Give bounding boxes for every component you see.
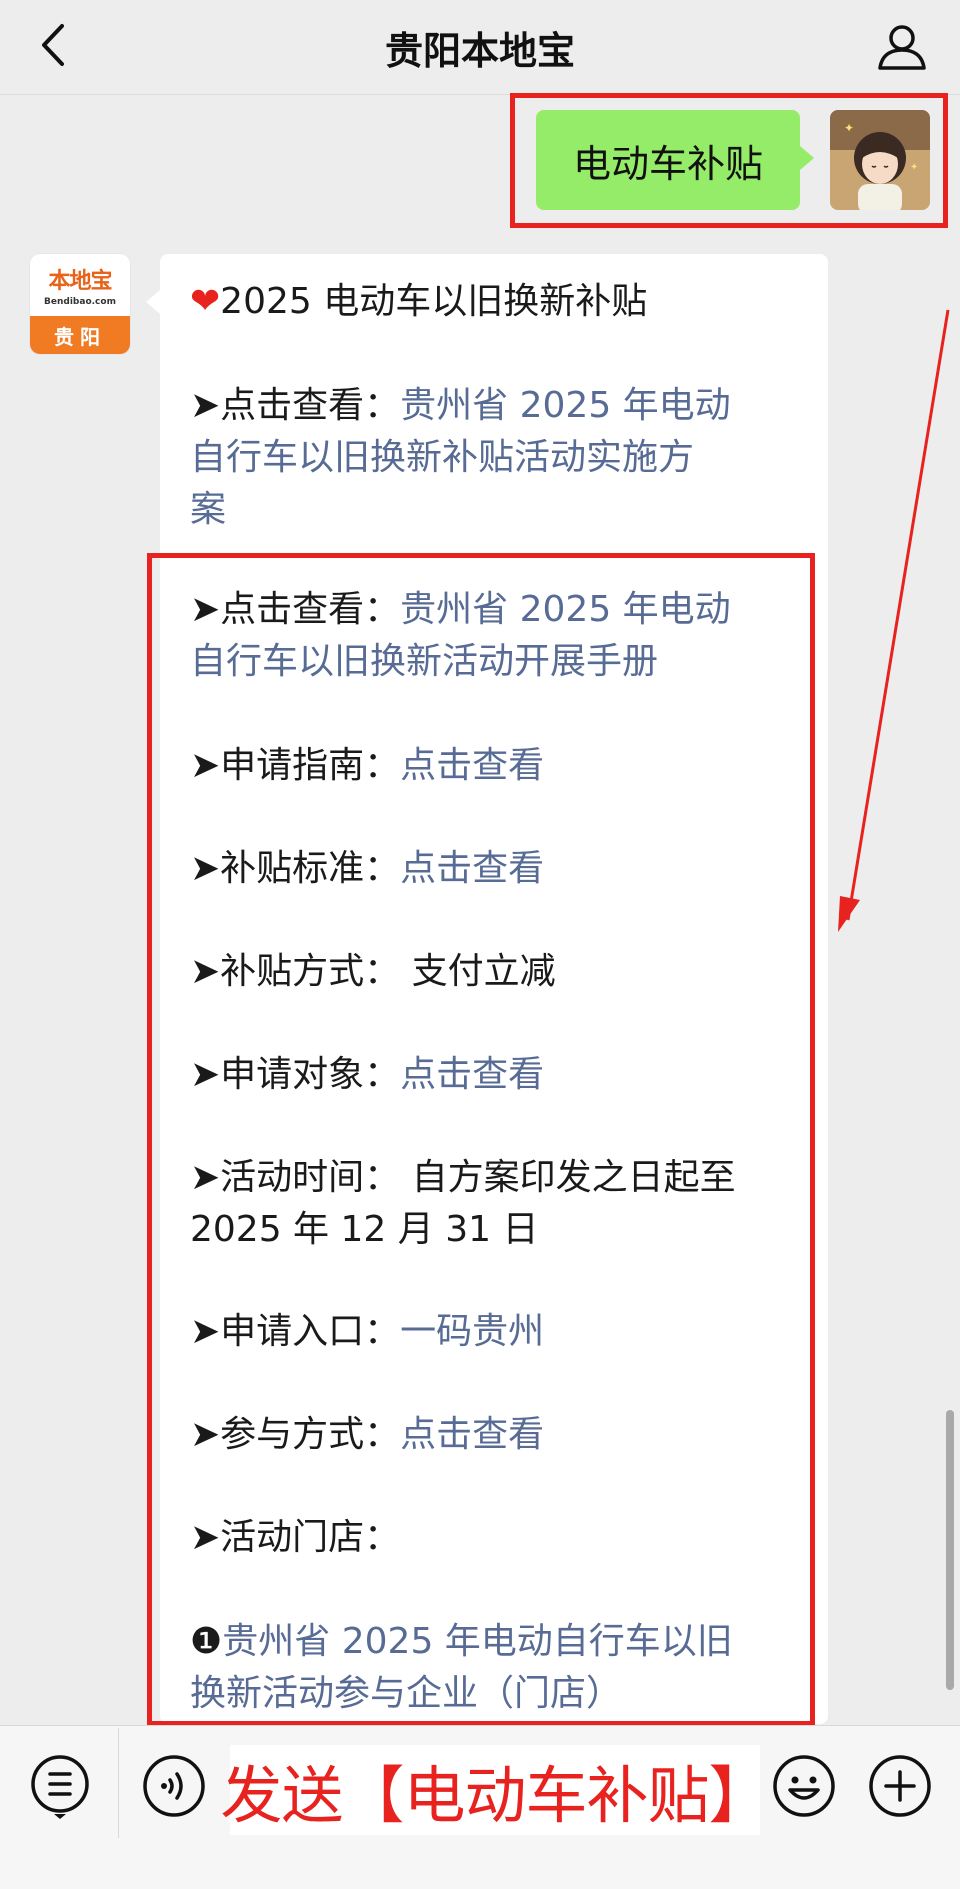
item1-link[interactable]: 贵州省 2025 年电动 (400, 385, 731, 426)
chat-header: 贵阳本地宝 (0, 0, 960, 95)
send-keyword-banner: 发送【电动车补贴】 (221, 1745, 771, 1835)
bot-logo: 本地宝 Bendibao.com (30, 254, 130, 316)
bot-avatar[interactable]: 本地宝 Bendibao.com 贵阳 (30, 254, 130, 354)
scrollbar[interactable] (946, 1410, 954, 1690)
heart-icon: ❤ (190, 281, 221, 322)
item1-link-line2[interactable]: 自行车以旧换新补贴活动实施方 (190, 432, 802, 484)
item1-link-line3[interactable]: 案 (190, 484, 802, 536)
menu-list-icon[interactable] (26, 1752, 94, 1820)
incoming-highlight-box (147, 553, 815, 1726)
bot-city-label: 贵阳 (30, 316, 130, 354)
item1-line[interactable]: ➤点击查看：贵州省 2025 年电动 (190, 380, 802, 432)
voice-icon[interactable] (140, 1752, 208, 1820)
toolbar-divider (118, 1728, 119, 1838)
annotation-arrow (838, 309, 950, 932)
add-icon[interactable] (866, 1752, 934, 1820)
emoji-icon[interactable] (770, 1752, 838, 1820)
outgoing-highlight-box (510, 93, 948, 228)
chat-title: 贵阳本地宝 (384, 28, 575, 73)
back-icon[interactable] (32, 20, 82, 70)
profile-icon[interactable] (874, 18, 930, 74)
message-title: ❤2025 电动车以旧换新补贴 (190, 281, 648, 322)
